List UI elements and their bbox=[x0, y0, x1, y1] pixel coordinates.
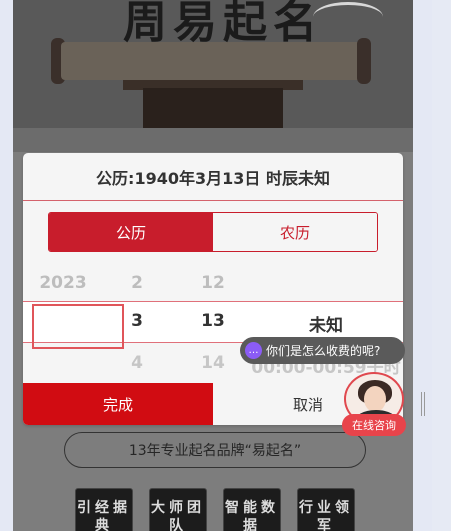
day-column[interactable]: 12 13 14 bbox=[183, 263, 243, 383]
month-next[interactable]: 4 bbox=[107, 353, 167, 373]
online-consult-widget[interactable]: 在线咨询 bbox=[342, 370, 406, 440]
hour-current[interactable]: 未知 bbox=[249, 311, 403, 336]
tab-lunar-calendar[interactable]: 农历 bbox=[213, 213, 377, 251]
day-prev[interactable]: 12 bbox=[183, 273, 243, 293]
chat-icon: … bbox=[245, 342, 262, 359]
tab-solar-calendar[interactable]: 公历 bbox=[49, 213, 213, 251]
done-button[interactable]: 完成 bbox=[23, 383, 213, 425]
feature-badges: 引经据典 大师团队 智能数据 行业领军 bbox=[75, 488, 375, 531]
hour-column[interactable]: 未知 00:00-00:59子时 bbox=[249, 263, 403, 383]
date-wheel-picker[interactable]: 2023 2 3 4 12 13 14 未知 00:00-00:59子时 bbox=[23, 263, 403, 383]
form-strip bbox=[13, 128, 413, 152]
badge-item: 行业领军 bbox=[297, 488, 355, 531]
crane-decoration bbox=[313, 2, 383, 32]
day-next[interactable]: 14 bbox=[183, 353, 243, 373]
month-prev[interactable]: 2 bbox=[107, 273, 167, 293]
badge-item: 引经据典 bbox=[75, 488, 133, 531]
scroll-roll-right bbox=[357, 38, 371, 84]
avatar-face bbox=[364, 386, 386, 412]
consult-label[interactable]: 在线咨询 bbox=[342, 414, 406, 436]
scrollbar-handle[interactable] bbox=[421, 392, 425, 416]
focus-outline bbox=[32, 304, 124, 349]
year-prev[interactable]: 2023 bbox=[23, 273, 103, 293]
title-divider bbox=[23, 200, 403, 201]
right-gutter bbox=[432, 0, 451, 531]
calendar-type-tabs: 公历 农历 bbox=[48, 212, 378, 252]
modal-title: 公历:1940年3月13日 时辰未知 bbox=[96, 169, 330, 188]
day-current[interactable]: 13 bbox=[183, 311, 243, 331]
slogan-pill: 13年专业起名品牌“易起名” bbox=[64, 432, 366, 468]
table-decoration bbox=[143, 88, 283, 128]
banner-title: 周易起名 bbox=[123, 0, 323, 48]
badge-item: 智能数据 bbox=[223, 488, 281, 531]
chat-prompt-bubble[interactable]: … 你们是怎么收费的呢? bbox=[240, 337, 405, 364]
chat-prompt-text: 你们是怎么收费的呢? bbox=[266, 344, 381, 358]
badge-item: 大师团队 bbox=[149, 488, 207, 531]
header-banner: 周易起名 bbox=[13, 0, 413, 128]
